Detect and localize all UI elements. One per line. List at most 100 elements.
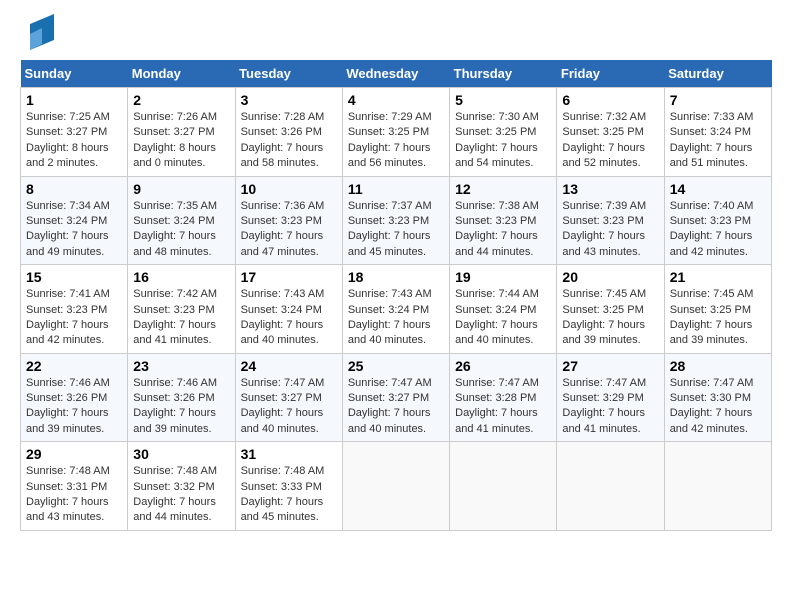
- daylight: Daylight: 7 hours and 43 minutes.: [26, 496, 109, 523]
- calendar-cell: 28 Sunrise: 7:47 AM Sunset: 3:30 PM Dayl…: [664, 353, 771, 442]
- sunset: Sunset: 3:23 PM: [241, 215, 322, 227]
- day-info: Sunrise: 7:25 AM Sunset: 3:27 PM Dayligh…: [26, 110, 122, 172]
- day-info: Sunrise: 7:38 AM Sunset: 3:23 PM Dayligh…: [455, 199, 551, 261]
- day-number: 9: [133, 181, 229, 197]
- day-info: Sunrise: 7:46 AM Sunset: 3:26 PM Dayligh…: [26, 376, 122, 438]
- daylight: Daylight: 7 hours and 58 minutes.: [241, 142, 324, 169]
- day-number: 11: [348, 181, 444, 197]
- daylight: Daylight: 8 hours and 2 minutes.: [26, 142, 109, 169]
- sunrise: Sunrise: 7:47 AM: [348, 377, 432, 389]
- calendar-cell: 25 Sunrise: 7:47 AM Sunset: 3:27 PM Dayl…: [342, 353, 449, 442]
- calendar-cell: 9 Sunrise: 7:35 AM Sunset: 3:24 PM Dayli…: [128, 176, 235, 265]
- day-number: 7: [670, 92, 766, 108]
- daylight: Daylight: 7 hours and 42 minutes.: [670, 407, 753, 434]
- sunrise: Sunrise: 7:34 AM: [26, 200, 110, 212]
- page-header: [20, 20, 772, 50]
- day-info: Sunrise: 7:34 AM Sunset: 3:24 PM Dayligh…: [26, 199, 122, 261]
- sunrise: Sunrise: 7:30 AM: [455, 111, 539, 123]
- sunset: Sunset: 3:25 PM: [348, 126, 429, 138]
- sunrise: Sunrise: 7:36 AM: [241, 200, 325, 212]
- day-info: Sunrise: 7:47 AM Sunset: 3:30 PM Dayligh…: [670, 376, 766, 438]
- sunrise: Sunrise: 7:29 AM: [348, 111, 432, 123]
- daylight: Daylight: 7 hours and 45 minutes.: [241, 496, 324, 523]
- sunset: Sunset: 3:24 PM: [133, 215, 214, 227]
- calendar-cell: 30 Sunrise: 7:48 AM Sunset: 3:32 PM Dayl…: [128, 442, 235, 531]
- logo: [20, 20, 54, 50]
- calendar-cell: [342, 442, 449, 531]
- day-info: Sunrise: 7:32 AM Sunset: 3:25 PM Dayligh…: [562, 110, 658, 172]
- calendar-cell: 31 Sunrise: 7:48 AM Sunset: 3:33 PM Dayl…: [235, 442, 342, 531]
- weekday-header-sunday: Sunday: [21, 60, 128, 88]
- day-number: 14: [670, 181, 766, 197]
- sunrise: Sunrise: 7:26 AM: [133, 111, 217, 123]
- calendar-cell: 24 Sunrise: 7:47 AM Sunset: 3:27 PM Dayl…: [235, 353, 342, 442]
- calendar-cell: [557, 442, 664, 531]
- day-number: 21: [670, 269, 766, 285]
- day-info: Sunrise: 7:48 AM Sunset: 3:33 PM Dayligh…: [241, 464, 337, 526]
- sunset: Sunset: 3:24 PM: [26, 215, 107, 227]
- day-info: Sunrise: 7:39 AM Sunset: 3:23 PM Dayligh…: [562, 199, 658, 261]
- calendar-cell: 6 Sunrise: 7:32 AM Sunset: 3:25 PM Dayli…: [557, 88, 664, 177]
- daylight: Daylight: 7 hours and 54 minutes.: [455, 142, 538, 169]
- sunrise: Sunrise: 7:46 AM: [26, 377, 110, 389]
- calendar-table: SundayMondayTuesdayWednesdayThursdayFrid…: [20, 60, 772, 531]
- daylight: Daylight: 7 hours and 41 minutes.: [455, 407, 538, 434]
- weekday-header-tuesday: Tuesday: [235, 60, 342, 88]
- daylight: Daylight: 7 hours and 44 minutes.: [455, 230, 538, 257]
- week-row-3: 15 Sunrise: 7:41 AM Sunset: 3:23 PM Dayl…: [21, 265, 772, 354]
- day-info: Sunrise: 7:48 AM Sunset: 3:32 PM Dayligh…: [133, 464, 229, 526]
- sunrise: Sunrise: 7:47 AM: [241, 377, 325, 389]
- weekday-header-wednesday: Wednesday: [342, 60, 449, 88]
- daylight: Daylight: 7 hours and 47 minutes.: [241, 230, 324, 257]
- daylight: Daylight: 7 hours and 56 minutes.: [348, 142, 431, 169]
- calendar-cell: 23 Sunrise: 7:46 AM Sunset: 3:26 PM Dayl…: [128, 353, 235, 442]
- sunrise: Sunrise: 7:28 AM: [241, 111, 325, 123]
- day-info: Sunrise: 7:44 AM Sunset: 3:24 PM Dayligh…: [455, 287, 551, 349]
- calendar-cell: 3 Sunrise: 7:28 AM Sunset: 3:26 PM Dayli…: [235, 88, 342, 177]
- day-info: Sunrise: 7:41 AM Sunset: 3:23 PM Dayligh…: [26, 287, 122, 349]
- calendar-cell: 15 Sunrise: 7:41 AM Sunset: 3:23 PM Dayl…: [21, 265, 128, 354]
- day-info: Sunrise: 7:43 AM Sunset: 3:24 PM Dayligh…: [348, 287, 444, 349]
- calendar-cell: 19 Sunrise: 7:44 AM Sunset: 3:24 PM Dayl…: [450, 265, 557, 354]
- daylight: Daylight: 7 hours and 52 minutes.: [562, 142, 645, 169]
- sunset: Sunset: 3:33 PM: [241, 481, 322, 493]
- daylight: Daylight: 7 hours and 39 minutes.: [26, 407, 109, 434]
- calendar-cell: 8 Sunrise: 7:34 AM Sunset: 3:24 PM Dayli…: [21, 176, 128, 265]
- sunrise: Sunrise: 7:37 AM: [348, 200, 432, 212]
- calendar-cell: 2 Sunrise: 7:26 AM Sunset: 3:27 PM Dayli…: [128, 88, 235, 177]
- day-info: Sunrise: 7:43 AM Sunset: 3:24 PM Dayligh…: [241, 287, 337, 349]
- day-number: 2: [133, 92, 229, 108]
- calendar-cell: 5 Sunrise: 7:30 AM Sunset: 3:25 PM Dayli…: [450, 88, 557, 177]
- calendar-cell: 11 Sunrise: 7:37 AM Sunset: 3:23 PM Dayl…: [342, 176, 449, 265]
- calendar-cell: 18 Sunrise: 7:43 AM Sunset: 3:24 PM Dayl…: [342, 265, 449, 354]
- day-info: Sunrise: 7:35 AM Sunset: 3:24 PM Dayligh…: [133, 199, 229, 261]
- sunset: Sunset: 3:27 PM: [348, 392, 429, 404]
- sunset: Sunset: 3:23 PM: [26, 304, 107, 316]
- day-info: Sunrise: 7:47 AM Sunset: 3:28 PM Dayligh…: [455, 376, 551, 438]
- daylight: Daylight: 7 hours and 45 minutes.: [348, 230, 431, 257]
- calendar-cell: 26 Sunrise: 7:47 AM Sunset: 3:28 PM Dayl…: [450, 353, 557, 442]
- sunrise: Sunrise: 7:40 AM: [670, 200, 754, 212]
- calendar-cell: 22 Sunrise: 7:46 AM Sunset: 3:26 PM Dayl…: [21, 353, 128, 442]
- sunrise: Sunrise: 7:32 AM: [562, 111, 646, 123]
- day-number: 30: [133, 446, 229, 462]
- daylight: Daylight: 7 hours and 48 minutes.: [133, 230, 216, 257]
- day-info: Sunrise: 7:29 AM Sunset: 3:25 PM Dayligh…: [348, 110, 444, 172]
- calendar-cell: 7 Sunrise: 7:33 AM Sunset: 3:24 PM Dayli…: [664, 88, 771, 177]
- daylight: Daylight: 8 hours and 0 minutes.: [133, 142, 216, 169]
- sunrise: Sunrise: 7:47 AM: [562, 377, 646, 389]
- logo-icon: [22, 14, 54, 50]
- sunrise: Sunrise: 7:25 AM: [26, 111, 110, 123]
- sunrise: Sunrise: 7:35 AM: [133, 200, 217, 212]
- sunset: Sunset: 3:25 PM: [562, 304, 643, 316]
- daylight: Daylight: 7 hours and 39 minutes.: [670, 319, 753, 346]
- sunset: Sunset: 3:30 PM: [670, 392, 751, 404]
- day-number: 10: [241, 181, 337, 197]
- sunset: Sunset: 3:23 PM: [562, 215, 643, 227]
- daylight: Daylight: 7 hours and 40 minutes.: [241, 407, 324, 434]
- sunset: Sunset: 3:27 PM: [133, 126, 214, 138]
- calendar-cell: 10 Sunrise: 7:36 AM Sunset: 3:23 PM Dayl…: [235, 176, 342, 265]
- day-number: 3: [241, 92, 337, 108]
- daylight: Daylight: 7 hours and 41 minutes.: [133, 319, 216, 346]
- sunrise: Sunrise: 7:46 AM: [133, 377, 217, 389]
